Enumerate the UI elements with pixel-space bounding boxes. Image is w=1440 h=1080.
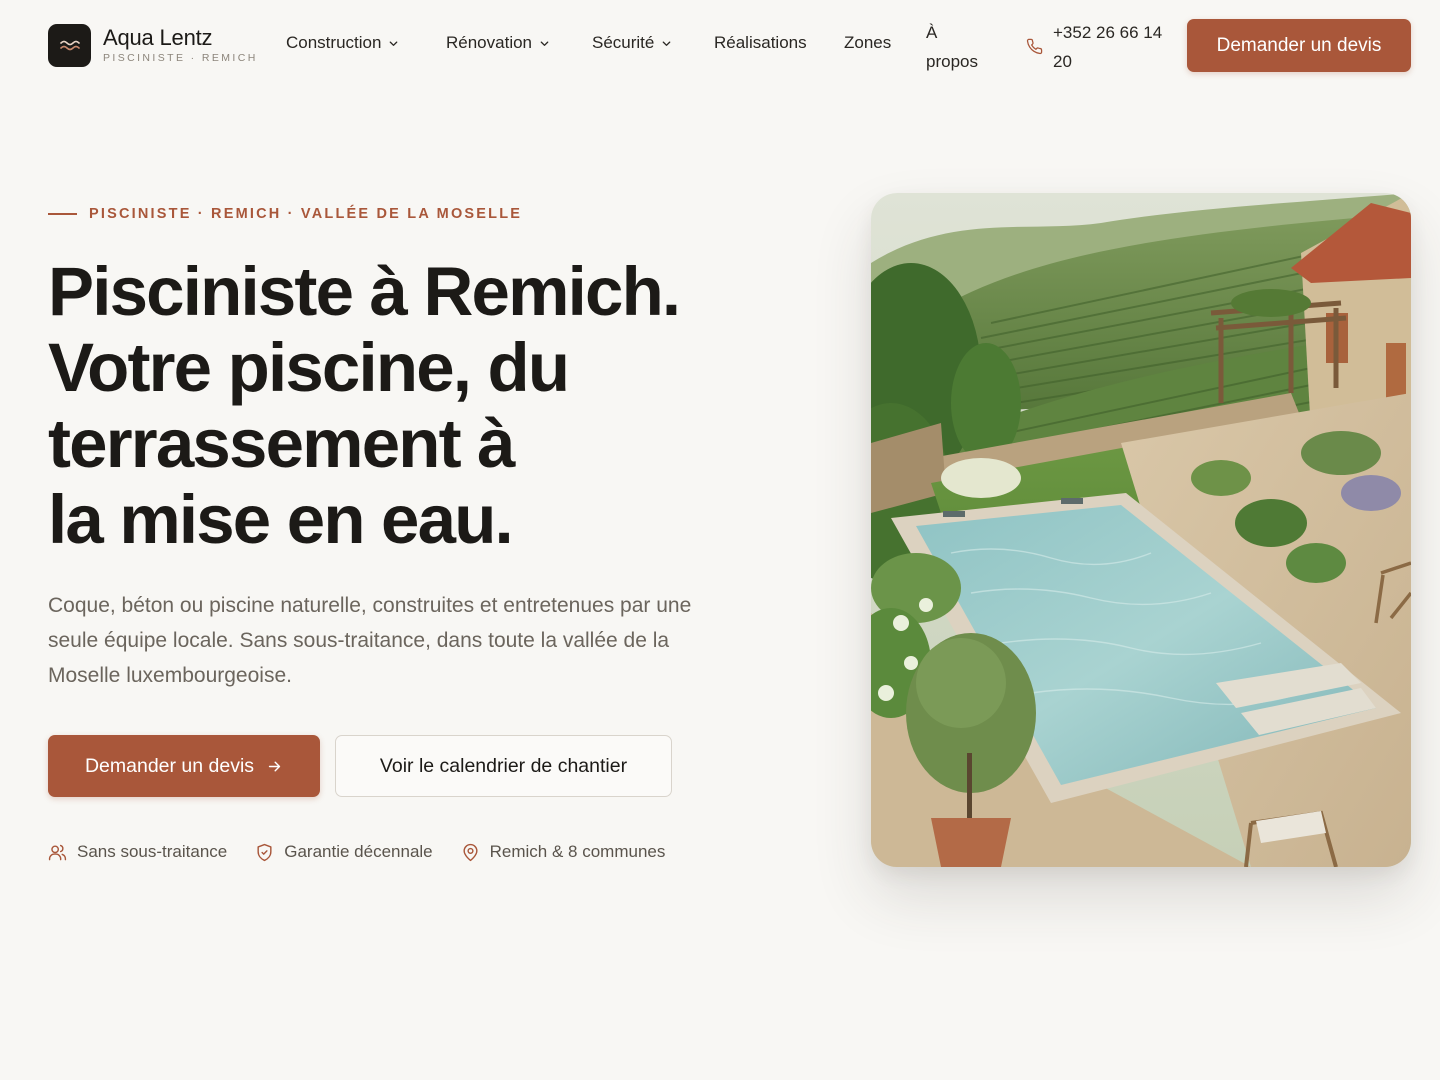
- nav-item-construction[interactable]: Construction: [286, 33, 399, 53]
- chevron-down-icon: [540, 40, 549, 46]
- feature-label: Sans sous-traitance: [77, 842, 228, 861]
- nav-label: Zones: [844, 33, 892, 52]
- feature-label: Garantie décennale: [284, 842, 433, 861]
- map-pin-icon: [463, 843, 478, 861]
- shield-check-icon: [257, 843, 272, 861]
- phone-number: +352 26 66 14 20: [1053, 23, 1163, 71]
- nav-item-realisations[interactable]: Réalisations: [714, 33, 807, 53]
- nav-label: Construction: [286, 33, 382, 52]
- hero-title-line: Pisciniste à Remich.: [48, 253, 681, 330]
- waves-logo-icon: [48, 24, 91, 67]
- users-icon: [48, 844, 67, 860]
- brand-name: Aqua Lentz: [103, 25, 213, 51]
- nav-item-renovation[interactable]: Rénovation: [446, 33, 550, 53]
- feature-item: Garantie décennale: [255, 842, 433, 862]
- hero-title-line: Votre piscine, du: [48, 329, 570, 406]
- phone-link[interactable]: +352 26 66 14 20: [1026, 18, 1181, 76]
- eyebrow-text: PISCINISTE · REMICH · VALLÉE DE LA MOSEL…: [89, 206, 523, 222]
- hero-lead: Coque, béton ou piscine naturelle, const…: [48, 594, 692, 687]
- brand-logo[interactable]: Aqua Lentz PISCINISTE · REMICH: [48, 24, 258, 67]
- nav-item-zones[interactable]: Zones: [844, 33, 891, 53]
- arrow-right-icon: [268, 761, 281, 771]
- hero-quote-label: Demander un devis: [84, 754, 255, 777]
- feature-item: Sans sous-traitance: [48, 842, 227, 862]
- site-header: Aqua Lentz PISCINISTE · REMICH Construct…: [0, 0, 1440, 92]
- eyebrow-line: [48, 213, 77, 215]
- hero-pool-photo: [871, 193, 1411, 867]
- brand-tagline: PISCINISTE · REMICH: [103, 52, 258, 65]
- nav-item-a-propos[interactable]: À propos: [926, 18, 990, 76]
- nav-item-securite[interactable]: Sécurité: [592, 33, 672, 53]
- nav-label: Réalisations: [714, 33, 807, 52]
- feature-list: Sans sous-traitance Garantie décennale R…: [48, 842, 693, 862]
- hero-eyebrow: PISCINISTE · REMICH · VALLÉE DE LA MOSEL…: [48, 206, 522, 222]
- calendar-button[interactable]: Voir le calendrier de chantier: [335, 735, 672, 797]
- phone-icon: [1026, 38, 1043, 55]
- hero-quote-button[interactable]: Demander un devis: [48, 735, 320, 797]
- nav-label: Sécurité: [592, 33, 655, 52]
- nav-label: Rénovation: [446, 33, 533, 52]
- chevron-down-icon: [663, 40, 671, 46]
- hero-title-line: la mise en eau.: [48, 481, 514, 558]
- header-quote-button[interactable]: Demander un devis: [1187, 19, 1411, 72]
- chevron-down-icon: [390, 40, 398, 46]
- hero-title-line: terrassement à: [48, 405, 516, 482]
- feature-item: Remich & 8 communes: [461, 842, 666, 862]
- feature-label: Remich & 8 communes: [489, 842, 666, 861]
- hero-title: Pisciniste à Remich. Votre piscine, du t…: [48, 254, 768, 558]
